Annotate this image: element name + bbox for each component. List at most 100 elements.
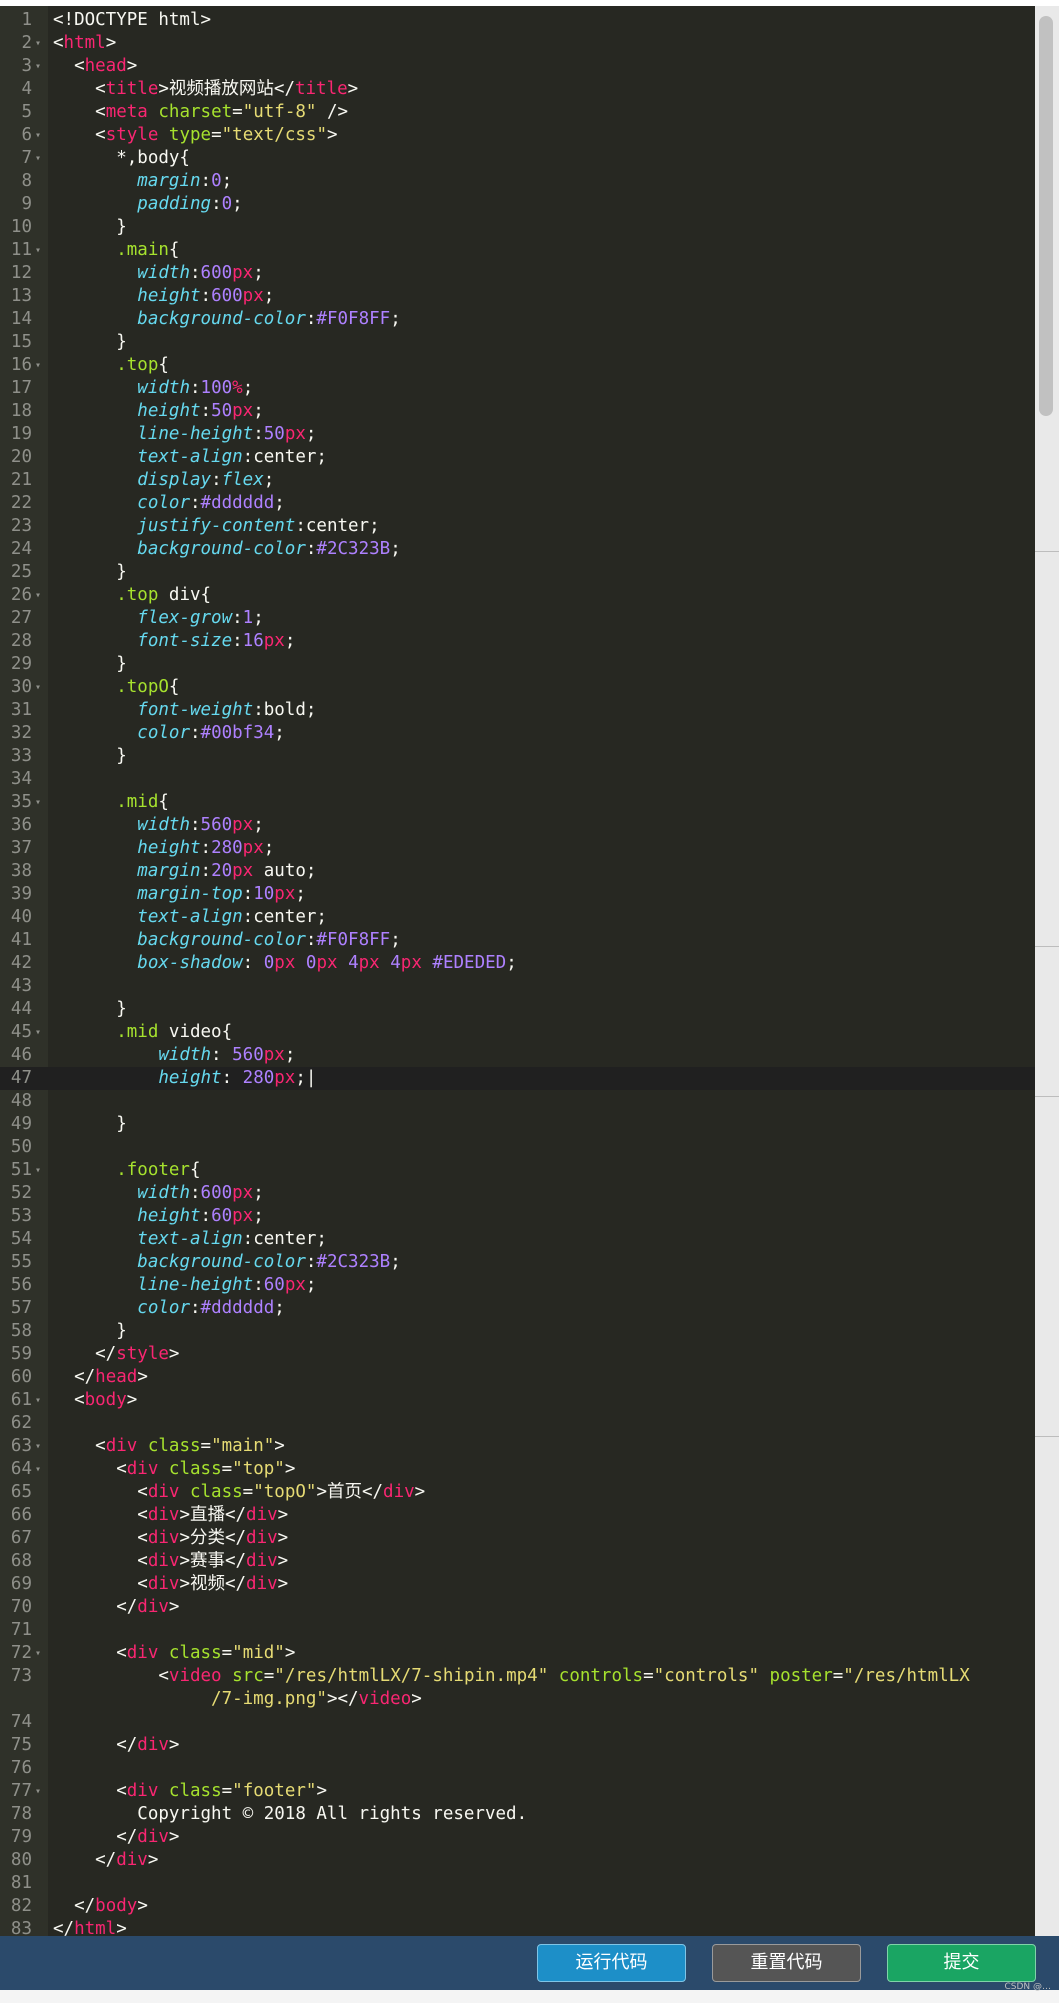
code-line[interactable]: 77 ▾ <div class="footer">	[0, 1780, 1035, 1803]
code-line[interactable]: 5 <meta charset="utf-8" />	[0, 101, 1035, 124]
code-line[interactable]: 64 ▾ <div class="top">	[0, 1458, 1035, 1481]
code-line[interactable]: 26 ▾ .top div{	[0, 584, 1035, 607]
fold-arrow-icon[interactable]: ▾	[35, 1021, 45, 1044]
code-line[interactable]: 54 text-align:center;	[0, 1228, 1035, 1251]
code-line[interactable]: 60 </head>	[0, 1366, 1035, 1389]
code-line[interactable]: 49 }	[0, 1113, 1035, 1136]
code-line[interactable]: 51 ▾ .footer{	[0, 1159, 1035, 1182]
code-line[interactable]: 74	[0, 1711, 1035, 1734]
code-line[interactable]: 30 ▾ .topO{	[0, 676, 1035, 699]
code-line[interactable]: 69 <div>视频</div>	[0, 1573, 1035, 1596]
code-editor[interactable]: 1 <!DOCTYPE html> 2 ▾ <html> 3 ▾ <head> 4 <titl…	[0, 6, 1035, 1936]
code-line[interactable]: 20 text-align:center;	[0, 446, 1035, 469]
code-line[interactable]: 46 width: 560px;	[0, 1044, 1035, 1067]
code-line[interactable]: 2 ▾ <html>	[0, 32, 1035, 55]
fold-arrow-icon[interactable]: ▾	[35, 354, 45, 377]
code-line[interactable]: 38 margin:20px auto;	[0, 860, 1035, 883]
code-line[interactable]: 7 ▾ *,body{	[0, 147, 1035, 170]
fold-arrow-icon[interactable]: ▾	[35, 1389, 45, 1412]
fold-arrow-icon[interactable]: ▾	[35, 32, 45, 55]
fold-arrow-icon[interactable]: ▾	[35, 239, 45, 262]
code-line[interactable]: 70 </div>	[0, 1596, 1035, 1619]
fold-arrow-icon[interactable]: ▾	[35, 1780, 45, 1803]
code-line[interactable]: 35 ▾ .mid{	[0, 791, 1035, 814]
code-line[interactable]: 58 }	[0, 1320, 1035, 1343]
code-line[interactable]: 81	[0, 1872, 1035, 1895]
code-line[interactable]: 59 </style>	[0, 1343, 1035, 1366]
code-line[interactable]: 83 </html>	[0, 1918, 1035, 1936]
code-line[interactable]: 15 }	[0, 331, 1035, 354]
code-line[interactable]: 6 ▾ <style type="text/css">	[0, 124, 1035, 147]
fold-arrow-icon[interactable]: ▾	[35, 124, 45, 147]
run-code-button[interactable]: 运行代码	[537, 1944, 686, 1982]
code-line[interactable]: 10 }	[0, 216, 1035, 239]
fold-arrow-icon[interactable]: ▾	[35, 1159, 45, 1182]
code-line[interactable]: 13 height:600px;	[0, 285, 1035, 308]
code-line[interactable]: 25 }	[0, 561, 1035, 584]
code-line[interactable]: 24 background-color:#2C323B;	[0, 538, 1035, 561]
code-line[interactable]: 22 color:#dddddd;	[0, 492, 1035, 515]
code-line[interactable]: 37 height:280px;	[0, 837, 1035, 860]
code-line[interactable]: 16 ▾ .top{	[0, 354, 1035, 377]
code-line[interactable]: 17 width:100%;	[0, 377, 1035, 400]
code-line[interactable]: 56 line-height:60px;	[0, 1274, 1035, 1297]
code-line[interactable]: 32 color:#00bf34;	[0, 722, 1035, 745]
code-line[interactable]: 44 }	[0, 998, 1035, 1021]
code-line[interactable]: 73 <video src="/res/htmlLX/7-shipin.mp4"…	[0, 1665, 1035, 1688]
code-line[interactable]: 72 ▾ <div class="mid">	[0, 1642, 1035, 1665]
code-line[interactable]: 1 <!DOCTYPE html>	[0, 9, 1035, 32]
fold-arrow-icon[interactable]: ▾	[35, 584, 45, 607]
code-line[interactable]: /7-img.png"></video>	[0, 1688, 1035, 1711]
code-line[interactable]: 18 height:50px;	[0, 400, 1035, 423]
code-line[interactable]: 41 background-color:#F0F8FF;	[0, 929, 1035, 952]
code-line[interactable]: 21 display:flex;	[0, 469, 1035, 492]
code-line[interactable]: 63 ▾ <div class="main">	[0, 1435, 1035, 1458]
code-line[interactable]: 78 Copyright © 2018 All rights reserved.	[0, 1803, 1035, 1826]
code-line[interactable]: 55 background-color:#2C323B;	[0, 1251, 1035, 1274]
code-line[interactable]: 68 <div>赛事</div>	[0, 1550, 1035, 1573]
code-line[interactable]: 45 ▾ .mid video{	[0, 1021, 1035, 1044]
code-line[interactable]: 3 ▾ <head>	[0, 55, 1035, 78]
code-line[interactable]: 34	[0, 768, 1035, 791]
code-line[interactable]: 53 height:60px;	[0, 1205, 1035, 1228]
code-line[interactable]: 67 <div>分类</div>	[0, 1527, 1035, 1550]
code-line[interactable]: 33 }	[0, 745, 1035, 768]
code-line[interactable]: 19 line-height:50px;	[0, 423, 1035, 446]
code-line[interactable]: 39 margin-top:10px;	[0, 883, 1035, 906]
code-line[interactable]: 23 justify-content:center;	[0, 515, 1035, 538]
fold-arrow-icon[interactable]: ▾	[35, 676, 45, 699]
code-line[interactable]: 66 <div>直播</div>	[0, 1504, 1035, 1527]
code-line[interactable]: 12 width:600px;	[0, 262, 1035, 285]
code-line[interactable]: 61 ▾ <body>	[0, 1389, 1035, 1412]
editor-scrollbar[interactable]	[1035, 6, 1059, 1936]
fold-arrow-icon[interactable]: ▾	[35, 1458, 45, 1481]
code-line[interactable]: 36 width:560px;	[0, 814, 1035, 837]
code-line[interactable]: 9 padding:0;	[0, 193, 1035, 216]
code-line[interactable]: 31 font-weight:bold;	[0, 699, 1035, 722]
reset-code-button[interactable]: 重置代码	[712, 1944, 861, 1982]
code-line[interactable]: 28 font-size:16px;	[0, 630, 1035, 653]
code-line[interactable]: 80 </div>	[0, 1849, 1035, 1872]
code-line[interactable]: 14 background-color:#F0F8FF;	[0, 308, 1035, 331]
code-lines[interactable]: 1 <!DOCTYPE html> 2 ▾ <html> 3 ▾ <head> 4 <titl…	[0, 9, 1035, 1936]
fold-arrow-icon[interactable]: ▾	[35, 1642, 45, 1665]
code-line[interactable]: 48	[0, 1090, 1035, 1113]
code-line[interactable]: 40 text-align:center;	[0, 906, 1035, 929]
code-line[interactable]: 42 box-shadow: 0px 0px 4px 4px #EDEDED;	[0, 952, 1035, 975]
code-line[interactable]: 29 }	[0, 653, 1035, 676]
scrollbar-thumb[interactable]	[1039, 16, 1053, 416]
code-line[interactable]: 47 height: 280px;|	[0, 1067, 1035, 1090]
code-line[interactable]: 8 margin:0;	[0, 170, 1035, 193]
code-line[interactable]: 52 width:600px;	[0, 1182, 1035, 1205]
submit-button[interactable]: 提交	[887, 1944, 1036, 1982]
fold-arrow-icon[interactable]: ▾	[35, 147, 45, 170]
code-line[interactable]: 76	[0, 1757, 1035, 1780]
fold-arrow-icon[interactable]: ▾	[35, 791, 45, 814]
code-line[interactable]: 4 <title>视频播放网站</title>	[0, 78, 1035, 101]
code-line[interactable]: 27 flex-grow:1;	[0, 607, 1035, 630]
code-line[interactable]: 50	[0, 1136, 1035, 1159]
code-line[interactable]: 65 <div class="topO">首页</div>	[0, 1481, 1035, 1504]
fold-arrow-icon[interactable]: ▾	[35, 55, 45, 78]
code-line[interactable]: 82 </body>	[0, 1895, 1035, 1918]
code-line[interactable]: 71	[0, 1619, 1035, 1642]
